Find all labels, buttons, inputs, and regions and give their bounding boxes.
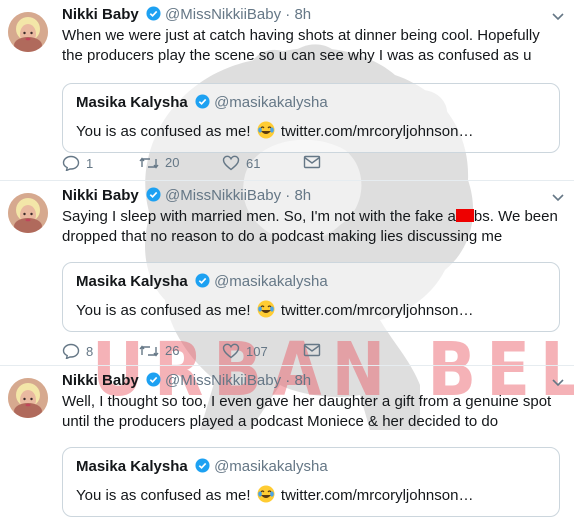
direct-message-button[interactable] <box>303 343 321 357</box>
quoted-display-name: Masika Kalysha <box>76 458 188 475</box>
reply-icon <box>62 155 80 171</box>
quoted-user-handle: @masikakalysha <box>214 94 328 111</box>
retweet-count: 26 <box>165 343 180 358</box>
heart-icon <box>222 155 240 171</box>
censor-bar <box>455 209 474 222</box>
laughing-emoji-icon <box>257 121 275 143</box>
tweet-header: Nikki Baby @MissNikkiiBaby · 8h <box>62 6 311 25</box>
verified-badge-icon <box>195 458 210 477</box>
verified-badge-icon <box>146 372 161 391</box>
quoted-link[interactable]: twitter.com/mrcoryljohnson… <box>281 487 474 504</box>
laughing-emoji-icon <box>257 300 275 322</box>
verified-badge-icon <box>195 273 210 292</box>
user-handle[interactable]: @MissNikkiiBaby <box>165 6 281 23</box>
like-count: 107 <box>246 343 268 359</box>
quoted-tweet-text: You is as confused as me! twitter.com/mr… <box>76 121 473 143</box>
quoted-tweet[interactable]: Masika Kalysha @masikakalysha You is as … <box>62 83 560 153</box>
quoted-tweet-header: Masika Kalysha @masikakalysha <box>76 94 328 113</box>
quoted-tweet-header: Masika Kalysha @masikakalysha <box>76 273 328 292</box>
chevron-down-icon[interactable] <box>552 8 564 24</box>
timestamp[interactable]: 8h <box>294 187 311 204</box>
tweet[interactable]: Nikki Baby @MissNikkiiBaby · 8h Well, I … <box>0 366 574 521</box>
display-name[interactable]: Nikki Baby <box>62 372 139 389</box>
avatar-image <box>8 193 48 233</box>
verified-badge-icon <box>195 94 210 113</box>
user-handle[interactable]: @MissNikkiiBaby <box>165 372 281 389</box>
quoted-text: You is as confused as me! <box>76 487 251 504</box>
retweet-button[interactable]: 20 <box>139 155 179 170</box>
like-button[interactable]: 107 <box>222 343 268 359</box>
reply-count: 8 <box>86 343 94 359</box>
like-button[interactable]: 61 <box>222 155 260 171</box>
user-handle[interactable]: @MissNikkiiBaby <box>165 187 281 204</box>
tweet-header: Nikki Baby @MissNikkiiBaby · 8h <box>62 372 311 391</box>
chevron-down-icon[interactable] <box>552 189 564 205</box>
heart-icon <box>222 343 240 359</box>
reply-button[interactable]: 1 <box>62 155 93 171</box>
retweet-button[interactable]: 26 <box>139 343 179 358</box>
quoted-tweet[interactable]: Masika Kalysha @masikakalysha You is as … <box>62 447 560 517</box>
retweet-count: 20 <box>165 155 180 170</box>
display-name[interactable]: Nikki Baby <box>62 187 139 204</box>
chevron-down-icon[interactable] <box>552 374 564 390</box>
quoted-text: You is as confused as me! <box>76 302 251 319</box>
laughing-emoji-icon <box>257 485 275 507</box>
avatar-image <box>8 12 48 52</box>
display-name[interactable]: Nikki Baby <box>62 6 139 23</box>
quoted-user-handle: @masikakalysha <box>214 273 328 290</box>
like-count: 61 <box>246 155 261 171</box>
avatar[interactable] <box>8 12 48 52</box>
avatar[interactable] <box>8 193 48 233</box>
avatar[interactable] <box>8 378 48 418</box>
quoted-tweet-header: Masika Kalysha @masikakalysha <box>76 458 328 477</box>
reply-button[interactable]: 8 <box>62 343 93 359</box>
tweet-text: Saying I sleep with married men. So, I'm… <box>62 207 562 247</box>
tweet[interactable]: Nikki Baby @MissNikkiiBaby · 8h When we … <box>0 0 574 181</box>
avatar-image <box>8 378 48 418</box>
envelope-icon <box>303 343 321 357</box>
quoted-tweet-text: You is as confused as me! twitter.com/mr… <box>76 485 473 507</box>
tweet-text: When we were just at catch having shots … <box>62 27 540 64</box>
reply-count: 1 <box>86 155 94 171</box>
timestamp[interactable]: 8h <box>294 372 311 389</box>
quoted-user-handle: @masikakalysha <box>214 458 328 475</box>
reply-icon <box>62 343 80 359</box>
timestamp[interactable]: 8h <box>294 6 311 23</box>
quoted-tweet[interactable]: Masika Kalysha @masikakalysha You is as … <box>62 262 560 332</box>
retweet-icon <box>139 156 159 170</box>
separator-dot: · <box>285 372 291 389</box>
direct-message-button[interactable] <box>303 155 321 169</box>
separator-dot: · <box>285 6 291 23</box>
retweet-icon <box>139 344 159 358</box>
quoted-display-name: Masika Kalysha <box>76 94 188 111</box>
tweet-text: Well, I thought so too, I even gave her … <box>62 393 552 430</box>
quoted-link[interactable]: twitter.com/mrcoryljohnson… <box>281 302 474 319</box>
quoted-tweet-text: You is as confused as me! twitter.com/mr… <box>76 300 473 322</box>
verified-badge-icon <box>146 187 161 206</box>
verified-badge-icon <box>146 6 161 25</box>
quoted-display-name: Masika Kalysha <box>76 273 188 290</box>
tweet-text-part: Saying I sleep with married men. So, I'm… <box>62 208 456 225</box>
envelope-icon <box>303 155 321 169</box>
tweet[interactable]: Nikki Baby @MissNikkiiBaby · 8h Saying I… <box>0 181 574 366</box>
tweet-header: Nikki Baby @MissNikkiiBaby · 8h <box>62 187 311 206</box>
quoted-link[interactable]: twitter.com/mrcoryljohnson… <box>281 123 474 140</box>
quoted-text: You is as confused as me! <box>76 123 251 140</box>
separator-dot: · <box>285 187 291 204</box>
